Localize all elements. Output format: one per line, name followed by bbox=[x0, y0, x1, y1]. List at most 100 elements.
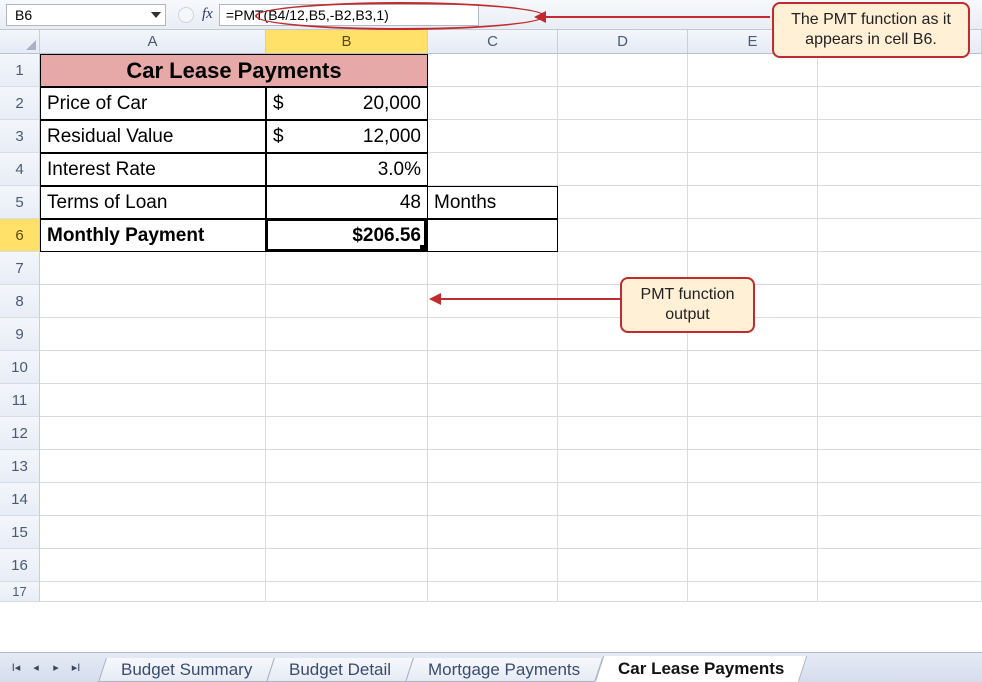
cell-F5[interactable] bbox=[818, 186, 982, 219]
cell-F9[interactable] bbox=[818, 318, 982, 351]
cell-F8[interactable] bbox=[818, 285, 982, 318]
title-cell[interactable]: Car Lease Payments bbox=[40, 54, 428, 87]
col-header-C[interactable]: C bbox=[428, 30, 558, 53]
cell-C3[interactable] bbox=[428, 120, 558, 153]
cell-C10[interactable] bbox=[428, 351, 558, 384]
name-box-dropdown-icon[interactable] bbox=[151, 12, 161, 18]
cell-E14[interactable] bbox=[688, 483, 818, 516]
cell-F3[interactable] bbox=[818, 120, 982, 153]
cell-E17[interactable] bbox=[688, 582, 818, 602]
cell-D2[interactable] bbox=[558, 87, 688, 120]
cell-B2[interactable]: $ 20,000 bbox=[266, 87, 428, 120]
cell-B4[interactable]: 3.0% bbox=[266, 153, 428, 186]
cell-E4[interactable] bbox=[688, 153, 818, 186]
cell-B15[interactable] bbox=[266, 516, 428, 549]
cell-F15[interactable] bbox=[818, 516, 982, 549]
cell-E6[interactable] bbox=[688, 219, 818, 252]
tab-budget-summary[interactable]: Budget Summary bbox=[98, 658, 275, 682]
tab-mortgage-payments[interactable]: Mortgage Payments bbox=[406, 658, 604, 682]
cell-F11[interactable] bbox=[818, 384, 982, 417]
cell-C4[interactable] bbox=[428, 153, 558, 186]
cell-F7[interactable] bbox=[818, 252, 982, 285]
cell-D6[interactable] bbox=[558, 219, 688, 252]
cell-B17[interactable] bbox=[266, 582, 428, 602]
cell-A10[interactable] bbox=[40, 351, 266, 384]
cell-A7[interactable] bbox=[40, 252, 266, 285]
tab-nav-first-icon[interactable]: I◂ bbox=[8, 659, 24, 677]
cell-A17[interactable] bbox=[40, 582, 266, 602]
cell-E12[interactable] bbox=[688, 417, 818, 450]
cell-D14[interactable] bbox=[558, 483, 688, 516]
cell-B10[interactable] bbox=[266, 351, 428, 384]
cell-B13[interactable] bbox=[266, 450, 428, 483]
cell-B9[interactable] bbox=[266, 318, 428, 351]
cell-D17[interactable] bbox=[558, 582, 688, 602]
cell-D16[interactable] bbox=[558, 549, 688, 582]
cell-D5[interactable] bbox=[558, 186, 688, 219]
cell-C15[interactable] bbox=[428, 516, 558, 549]
col-header-D[interactable]: D bbox=[558, 30, 688, 53]
cell-E2[interactable] bbox=[688, 87, 818, 120]
col-header-B[interactable]: B bbox=[266, 30, 428, 53]
cell-B7[interactable] bbox=[266, 252, 428, 285]
cell-E15[interactable] bbox=[688, 516, 818, 549]
cell-C6[interactable] bbox=[428, 219, 558, 252]
cell-B8[interactable] bbox=[266, 285, 428, 318]
cell-C11[interactable] bbox=[428, 384, 558, 417]
name-box[interactable]: B6 bbox=[6, 4, 166, 26]
cell-B16[interactable] bbox=[266, 549, 428, 582]
cell-C5[interactable]: Months bbox=[428, 186, 558, 219]
row-header-1[interactable]: 1 bbox=[0, 54, 40, 87]
row-header-10[interactable]: 10 bbox=[0, 351, 40, 384]
cell-A4[interactable]: Interest Rate bbox=[40, 153, 266, 186]
row-header-6[interactable]: 6 bbox=[0, 219, 40, 252]
cell-A5[interactable]: Terms of Loan bbox=[40, 186, 266, 219]
tab-nav-next-icon[interactable]: ▸ bbox=[48, 659, 64, 677]
cell-F2[interactable] bbox=[818, 87, 982, 120]
row-header-2[interactable]: 2 bbox=[0, 87, 40, 120]
cell-D10[interactable] bbox=[558, 351, 688, 384]
cell-A9[interactable] bbox=[40, 318, 266, 351]
cell-A13[interactable] bbox=[40, 450, 266, 483]
cell-D15[interactable] bbox=[558, 516, 688, 549]
cell-C16[interactable] bbox=[428, 549, 558, 582]
tab-nav-last-icon[interactable]: ▸I bbox=[68, 659, 84, 677]
row-header-15[interactable]: 15 bbox=[0, 516, 40, 549]
row-header-3[interactable]: 3 bbox=[0, 120, 40, 153]
col-header-A[interactable]: A bbox=[40, 30, 266, 53]
row-header-9[interactable]: 9 bbox=[0, 318, 40, 351]
cell-F17[interactable] bbox=[818, 582, 982, 602]
row-header-4[interactable]: 4 bbox=[0, 153, 40, 186]
cell-F10[interactable] bbox=[818, 351, 982, 384]
cell-F13[interactable] bbox=[818, 450, 982, 483]
cell-C1[interactable] bbox=[428, 54, 558, 87]
row-header-5[interactable]: 5 bbox=[0, 186, 40, 219]
row-header-8[interactable]: 8 bbox=[0, 285, 40, 318]
row-header-11[interactable]: 11 bbox=[0, 384, 40, 417]
cell-C17[interactable] bbox=[428, 582, 558, 602]
cell-E10[interactable] bbox=[688, 351, 818, 384]
formula-input[interactable]: =PMT(B4/12,B5,-B2,B3,1) bbox=[219, 4, 479, 26]
fx-icon[interactable]: fx bbox=[202, 6, 213, 23]
tab-budget-detail[interactable]: Budget Detail bbox=[266, 658, 414, 682]
cell-D13[interactable] bbox=[558, 450, 688, 483]
cell-D11[interactable] bbox=[558, 384, 688, 417]
cell-C7[interactable] bbox=[428, 252, 558, 285]
tab-car-lease-payments[interactable]: Car Lease Payments bbox=[594, 656, 807, 682]
cell-B14[interactable] bbox=[266, 483, 428, 516]
cell-F12[interactable] bbox=[818, 417, 982, 450]
cell-E1[interactable] bbox=[688, 54, 818, 87]
cell-D1[interactable] bbox=[558, 54, 688, 87]
tab-nav-prev-icon[interactable]: ◂ bbox=[28, 659, 44, 677]
cell-A15[interactable] bbox=[40, 516, 266, 549]
cell-F1[interactable] bbox=[818, 54, 982, 87]
cell-A8[interactable] bbox=[40, 285, 266, 318]
cell-E11[interactable] bbox=[688, 384, 818, 417]
cell-A11[interactable] bbox=[40, 384, 266, 417]
cell-C12[interactable] bbox=[428, 417, 558, 450]
cell-F16[interactable] bbox=[818, 549, 982, 582]
cell-A16[interactable] bbox=[40, 549, 266, 582]
cell-A6[interactable]: Monthly Payment bbox=[40, 219, 266, 252]
select-all-corner[interactable] bbox=[0, 30, 40, 53]
cell-E5[interactable] bbox=[688, 186, 818, 219]
